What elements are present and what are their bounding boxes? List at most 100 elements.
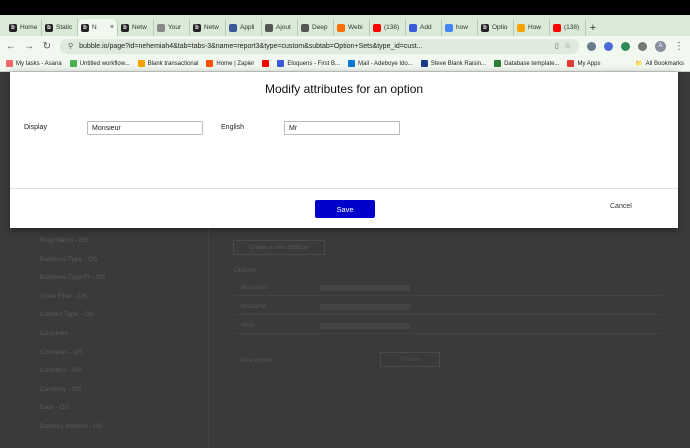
browser-tab[interactable]: b Netw xyxy=(118,19,154,36)
tab-label: Netw xyxy=(204,24,219,31)
bookmark-favicon-icon xyxy=(420,60,428,67)
tab-favicon-icon xyxy=(409,23,417,32)
back-icon[interactable]: ← xyxy=(6,41,16,52)
tab-label: How xyxy=(528,24,542,31)
extension-icon[interactable] xyxy=(621,41,630,51)
extension-icon[interactable] xyxy=(604,41,613,51)
browser-tab[interactable]: Your xyxy=(154,19,190,36)
bookmark-item[interactable]: My Apps xyxy=(567,60,600,67)
option-actions: ... xyxy=(652,303,658,310)
tab-label: Optio xyxy=(492,24,508,31)
bookmark-item[interactable]: Eloquens - First B... xyxy=(277,60,340,67)
option-name: Madame xyxy=(241,303,267,310)
browser-tab[interactable]: Deep xyxy=(298,19,334,36)
tab-label: Static xyxy=(56,24,73,31)
create-option-button: Create xyxy=(380,352,440,367)
forward-icon[interactable]: → xyxy=(24,41,34,52)
browser-tab[interactable]: b Optio xyxy=(478,19,514,36)
tab-favicon-icon xyxy=(445,23,453,32)
bookmark-label: Untitled workflow... xyxy=(79,60,130,67)
browser-tab[interactable]: how xyxy=(442,19,478,36)
bookmark-label: Database template... xyxy=(504,60,560,67)
bookmark-favicon-icon xyxy=(348,60,356,67)
new-option-label: New option xyxy=(240,357,273,364)
english-input[interactable] xyxy=(284,121,400,135)
bookmark-item[interactable]: Blank transactional xyxy=(137,60,199,67)
tab-favicon-icon xyxy=(301,23,309,32)
modal-title: Modify attributes for an option xyxy=(264,82,424,96)
option-attribute-placeholder xyxy=(320,303,410,310)
display-input[interactable] xyxy=(87,121,203,135)
option-actions: ... xyxy=(652,322,658,329)
extension-icon[interactable] xyxy=(587,41,596,51)
browser-tab[interactable]: b Home xyxy=(6,19,42,36)
bookmark-item[interactable]: Database template... xyxy=(494,60,559,67)
option-set-item: Currency - OS xyxy=(40,385,82,393)
close-tab-icon[interactable]: × xyxy=(110,24,114,31)
bookmark-item[interactable]: Home | Zapier xyxy=(206,60,254,67)
bookmark-favicon-icon xyxy=(69,60,77,67)
bookmark-item[interactable] xyxy=(262,60,270,67)
bookmark-item[interactable]: Mail - Adeboye Ido... xyxy=(348,60,413,67)
browser-tab[interactable]: b Static xyxy=(42,19,78,36)
option-set-list: Blog Status - OS Business Type - OS Busine… xyxy=(40,237,105,442)
tab-label: (138) xyxy=(564,24,580,31)
option-row: Monsieur... xyxy=(234,280,662,296)
browser-menu-icon[interactable]: ⋮ xyxy=(674,41,684,52)
bookmark-item[interactable]: Steve Blank Raisin... xyxy=(420,60,486,67)
cancel-button[interactable]: Cancel xyxy=(610,203,632,210)
option-actions: ... xyxy=(652,284,658,291)
all-bookmarks[interactable]: 📁 All Bookmarks xyxy=(635,60,684,68)
create-attribute-button: Create a new attribute xyxy=(233,240,325,255)
browser-tab[interactable]: Webi xyxy=(334,19,370,36)
browser-tab[interactable]: (138) xyxy=(370,19,406,36)
tab-favicon-icon xyxy=(337,23,345,32)
tab-favicon-icon: b xyxy=(193,23,201,32)
reload-icon[interactable]: ↻ xyxy=(42,41,52,52)
browser-tab[interactable]: How xyxy=(514,19,550,36)
new-tab-icon[interactable]: + xyxy=(586,19,600,36)
modal-divider xyxy=(10,188,678,189)
browser-tab[interactable]: b N × xyxy=(78,19,118,36)
profile-avatar[interactable]: A xyxy=(655,40,666,52)
browser-tab[interactable]: Ajout xyxy=(262,19,298,36)
option-set-item: Date - OS xyxy=(40,404,69,412)
tab-favicon-icon xyxy=(265,23,273,32)
url-field[interactable]: ⚲ bubble.io/page?id=nehemiah4&tab=tabs-3… xyxy=(60,38,579,54)
bookmark-item[interactable]: My tasks - Asana xyxy=(6,60,62,67)
share-icon[interactable]: ▯ xyxy=(555,42,559,50)
option-set-item: Chart Filter - OS xyxy=(40,292,88,300)
option-set-item: Business Type Fr - OS xyxy=(40,274,106,282)
bookmark-favicon-icon xyxy=(277,60,285,67)
tab-favicon-icon: b xyxy=(81,23,89,32)
browser-tab[interactable]: (138) xyxy=(550,19,586,36)
tab-label: Deep xyxy=(312,24,328,31)
bookmark-favicon-icon xyxy=(6,60,13,67)
bookmark-label: My Apps xyxy=(577,60,601,67)
bookmark-label: Mail - Adeboye Ido... xyxy=(358,60,413,67)
save-button[interactable]: Save xyxy=(315,200,375,218)
tab-favicon-icon xyxy=(553,23,561,32)
bookmark-star-icon[interactable]: ☆ xyxy=(565,42,571,50)
tab-favicon-icon: b xyxy=(481,23,489,32)
bookmark-favicon-icon xyxy=(137,60,145,67)
tab-favicon-icon: b xyxy=(121,23,129,32)
panel-divider xyxy=(208,222,209,448)
bookmarks-bar: My tasks - Asana Untitled workflow... Blan… xyxy=(0,56,690,72)
option-set-item: Business Type - OS xyxy=(40,255,98,263)
site-info-icon[interactable]: ⚲ xyxy=(68,42,73,50)
option-set-item: Countries xyxy=(40,329,68,337)
bookmark-item[interactable]: Untitled workflow... xyxy=(69,60,130,67)
display-label: Display xyxy=(24,124,47,131)
extensions-puzzle-icon[interactable] xyxy=(638,41,647,51)
bookmark-label: Home | Zapier xyxy=(216,60,255,67)
option-row: Madame... xyxy=(234,299,662,315)
option-row: Miss... xyxy=(234,318,662,334)
browser-tab[interactable]: b Netw xyxy=(190,19,226,36)
tab-favicon-icon: b xyxy=(45,23,53,32)
browser-tab[interactable]: Add xyxy=(406,19,442,36)
option-attribute-placeholder xyxy=(320,322,410,329)
options-label: Options xyxy=(234,267,257,274)
browser-tab[interactable]: Appli xyxy=(226,19,262,36)
bookmark-label: Blank transactional xyxy=(147,60,199,67)
